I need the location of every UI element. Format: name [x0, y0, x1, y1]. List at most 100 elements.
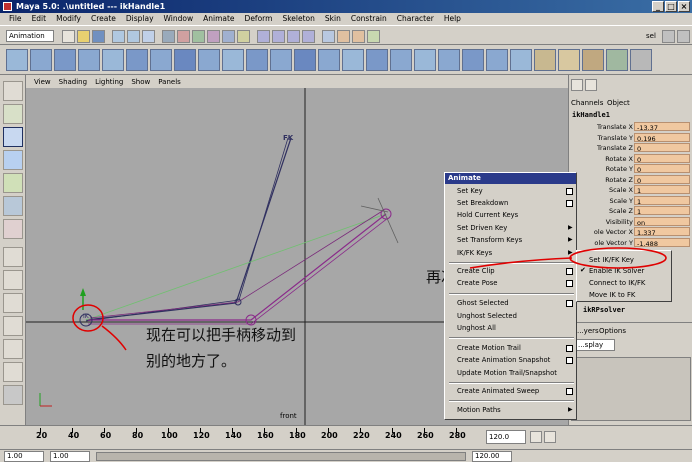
mask-dynamics-icon[interactable] [237, 30, 250, 43]
option-box-icon[interactable] [566, 200, 573, 207]
channel-row[interactable]: Translate Y 0.196 [569, 132, 692, 144]
layer-display-dropdown[interactable]: ...splay [575, 339, 615, 351]
shelf-bind-skin-icon[interactable] [606, 49, 628, 71]
snap-point-icon[interactable] [287, 30, 300, 43]
shelf-cv-curve-icon[interactable] [318, 49, 340, 71]
mask-deformations-icon[interactable] [222, 30, 235, 43]
shelf-joint-icon[interactable] [534, 49, 556, 71]
shelf-poly-cone-icon[interactable] [222, 49, 244, 71]
channel-row[interactable]: ole Vector X 1.337 [569, 227, 692, 238]
shelf-torus-icon[interactable] [126, 49, 148, 71]
menu-item-set-ikfk-key[interactable]: Set IK/FK Key [589, 255, 634, 265]
menu-skeleton[interactable]: Skeleton [277, 13, 319, 25]
shelf-poly-cylinder-icon[interactable] [198, 49, 220, 71]
hypershade-layout-icon[interactable] [3, 339, 23, 359]
channel-row[interactable]: Translate X -13.37 [569, 122, 692, 133]
mask-joints-icon[interactable] [177, 30, 190, 43]
menu-display[interactable]: Display [121, 13, 159, 25]
menu-help[interactable]: Help [439, 13, 466, 25]
menu-item-set-breakdown[interactable]: Set Breakdown [457, 198, 508, 208]
menu-item-motion-paths[interactable]: Motion Paths [457, 405, 501, 415]
menu-item-set-transform-keys[interactable]: Set Transform Keys [457, 235, 522, 245]
shelf-poly-cube-icon[interactable] [174, 49, 196, 71]
shelf-plane-icon[interactable] [102, 49, 124, 71]
vp-menu-view[interactable]: View [30, 78, 55, 86]
render-globals-icon[interactable] [367, 30, 380, 43]
persp-outliner-icon[interactable] [3, 293, 23, 313]
shelf-planar-icon[interactable] [462, 49, 484, 71]
vp-menu-panels[interactable]: Panels [154, 78, 185, 86]
shelf-birail-icon[interactable] [510, 49, 532, 71]
vp-menu-lighting[interactable]: Lighting [91, 78, 127, 86]
channel-row[interactable]: Scale X1 [569, 185, 692, 196]
channel-row[interactable]: Scale Y1 [569, 195, 692, 207]
menu-item-move-ik-to-fk[interactable]: Move IK to FK [589, 290, 635, 300]
menu-item-create-pose[interactable]: Create Pose [457, 278, 497, 288]
menu-item-set-key[interactable]: Set Key [457, 186, 483, 196]
menu-character[interactable]: Character [392, 13, 439, 25]
shelf-ik-handle-icon[interactable] [558, 49, 580, 71]
manipulator-tool-icon[interactable] [3, 196, 23, 216]
shelf-poly-torus-icon[interactable] [270, 49, 292, 71]
menu-window[interactable]: Window [159, 13, 199, 25]
time-slider[interactable]: 20 40 60 80 100 120 140 160 180 200 220 … [0, 425, 692, 449]
shelf-extrude-icon[interactable] [438, 49, 460, 71]
shelf-pencil-curve-icon[interactable] [366, 49, 388, 71]
select-component-icon[interactable] [142, 30, 155, 43]
last-tool-icon[interactable] [3, 219, 23, 239]
option-box-icon[interactable] [566, 357, 573, 364]
shelf-cube-icon[interactable] [30, 49, 52, 71]
shelf-boundary-icon[interactable] [486, 49, 508, 71]
channel-row[interactable]: Rotate X0 [569, 153, 692, 165]
mask-handles-icon[interactable] [162, 30, 175, 43]
snap-view-plane-icon[interactable] [302, 30, 315, 43]
menu-item-hold-current-keys[interactable]: Hold Current Keys [457, 210, 518, 220]
channel-row[interactable]: Rotate Z0 [569, 174, 692, 186]
option-box-icon[interactable] [566, 268, 573, 275]
channel-row[interactable]: Rotate Y0 [569, 164, 692, 175]
shelf-sphere-icon[interactable] [6, 49, 28, 71]
channel-row[interactable]: Scale Z1 [569, 206, 692, 217]
tab-layers[interactable]: ...yers [577, 327, 599, 335]
mask-curves-icon[interactable] [192, 30, 205, 43]
menu-edit[interactable]: Edit [27, 13, 52, 25]
option-box-icon[interactable] [566, 188, 573, 195]
scale-tool-icon[interactable] [3, 173, 23, 193]
shelf-ep-curve-icon[interactable] [342, 49, 364, 71]
menu-item-unghost-selected[interactable]: Unghost Selected [457, 311, 517, 321]
channel-row[interactable]: Translate Z0 [569, 143, 692, 154]
shelf-poly-plane-icon[interactable] [246, 49, 268, 71]
select-object-icon[interactable] [127, 30, 140, 43]
tab-object[interactable]: Object [607, 99, 630, 107]
single-view-icon[interactable] [3, 247, 23, 267]
playback-back-icon[interactable] [530, 431, 542, 443]
menu-item-unghost-all[interactable]: Unghost All [457, 323, 496, 333]
shelf-poly-sphere-icon[interactable] [150, 49, 172, 71]
shelf-loft-icon[interactable] [390, 49, 412, 71]
tab-options[interactable]: Options [599, 327, 626, 335]
shelf-revolve-icon[interactable] [414, 49, 436, 71]
range-end-field[interactable]: 120.00 [472, 451, 512, 462]
menu-item-connect-to-ikfk[interactable]: Connect to IK/FK [589, 278, 645, 288]
channel-row[interactable]: ole Vector Y -1.488 [569, 237, 692, 249]
persp-graph-icon[interactable] [3, 316, 23, 336]
menu-item-create-animation-snapshot[interactable]: Create Animation Snapshot [457, 355, 550, 365]
shelf-clapper-icon[interactable] [582, 49, 604, 71]
layout-menu-icon[interactable] [3, 385, 23, 405]
menu-constrain[interactable]: Constrain [346, 13, 392, 25]
menu-modify[interactable]: Modify [51, 13, 86, 25]
option-box-icon[interactable] [566, 388, 573, 395]
selection-field-icon[interactable] [662, 30, 675, 43]
menu-deform[interactable]: Deform [240, 13, 278, 25]
playback-start-field[interactable]: 1.00 [50, 451, 90, 462]
menu-item-set-driven-key[interactable]: Set Driven Key [457, 223, 507, 233]
menu-item-create-clip[interactable]: Create Clip [457, 266, 495, 276]
solver-name[interactable]: ikRPsolver [583, 306, 625, 314]
mode-selector[interactable]: Animation [6, 30, 54, 42]
menu-skin[interactable]: Skin [320, 13, 346, 25]
maximize-button[interactable]: □ [665, 1, 677, 12]
menu-item-ikfk-keys[interactable]: IK/FK Keys [457, 248, 492, 258]
option-box-icon[interactable] [566, 280, 573, 287]
rotate-tool-icon[interactable] [3, 150, 23, 170]
menu-create[interactable]: Create [86, 13, 121, 25]
